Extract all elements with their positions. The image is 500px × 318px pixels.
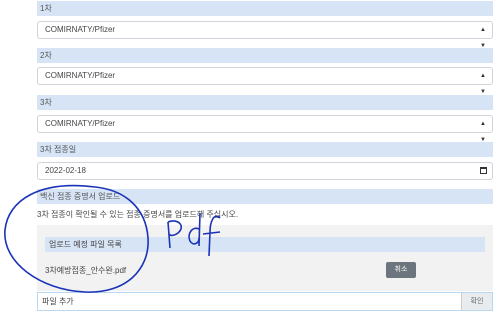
dose-3-date-value: 2022-02-18 xyxy=(45,166,86,175)
dose-2-value: COMIRNATY/Pfizer xyxy=(45,71,116,80)
dose-3-label: 3차 xyxy=(37,95,493,110)
dose-3-date-input[interactable]: 2022-02-18 xyxy=(37,162,493,180)
dose-2-select[interactable]: COMIRNATY/Pfizer ▲ ▼ xyxy=(37,67,493,95)
dose-1-select[interactable]: COMIRNATY/Pfizer ▲ ▼ xyxy=(37,21,493,49)
file-add-field[interactable]: 파일 추가 확인 xyxy=(37,292,493,311)
upload-list-header: 업로드 예정 파일 목록 xyxy=(45,237,485,252)
dose-3-select[interactable]: COMIRNATY/Pfizer ▲ ▼ xyxy=(37,115,493,143)
dose-2-label: 2차 xyxy=(37,48,493,63)
dose-1-value: COMIRNATY/Pfizer xyxy=(45,25,116,34)
upload-section-label: 백신 접종 증명서 업로드 xyxy=(37,189,493,204)
upload-file-name: 3차예방접종_안수완.pdf xyxy=(45,266,127,275)
confirm-button[interactable]: 확인 xyxy=(461,293,492,310)
dose-3-date-label: 3차 접종일 xyxy=(37,142,493,157)
upload-description: 3차 접종이 확인될 수 있는 접종 증명서를 업로드해 주십시오. xyxy=(37,210,239,219)
calendar-icon[interactable] xyxy=(480,167,487,174)
upload-file-panel: 업로드 예정 파일 목록 3차예방접종_안수완.pdf 취소 xyxy=(37,225,493,291)
file-add-input[interactable]: 파일 추가 xyxy=(42,293,74,310)
dose-1-label: 1차 xyxy=(37,1,493,16)
dose-3-value: COMIRNATY/Pfizer xyxy=(45,119,116,128)
cancel-button[interactable]: 취소 xyxy=(386,262,416,278)
